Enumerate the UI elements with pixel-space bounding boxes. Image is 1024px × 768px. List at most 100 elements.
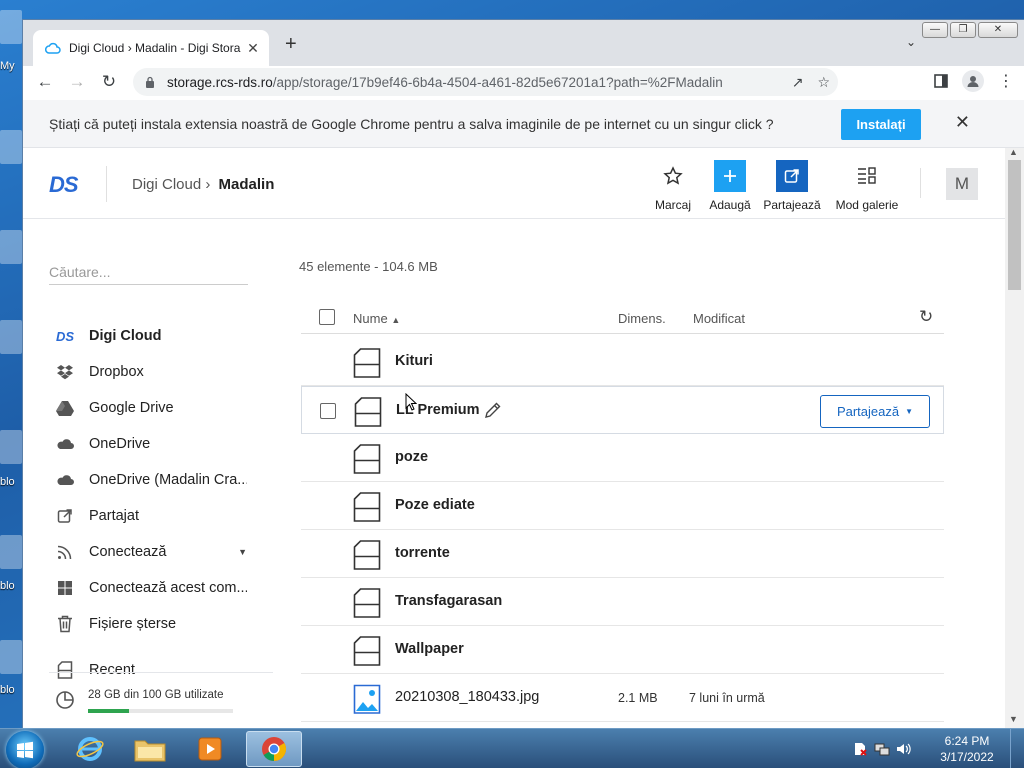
minimize-button[interactable]: — bbox=[922, 22, 948, 38]
page-scrollbar[interactable]: ▲ ▼ bbox=[1005, 147, 1024, 728]
forward-arrow-icon[interactable]: → bbox=[61, 72, 93, 92]
file-name[interactable]: Transfagarasan bbox=[395, 593, 502, 609]
share-page-icon[interactable]: ↗ bbox=[792, 74, 804, 91]
refresh-icon[interactable]: ↻ bbox=[919, 307, 933, 327]
profile-icon[interactable] bbox=[962, 70, 984, 92]
sidebar-item-digi-cloud[interactable]: DS Digi Cloud bbox=[55, 323, 247, 349]
table-row[interactable]: torrente bbox=[301, 530, 944, 578]
breadcrumb-root[interactable]: Digi Cloud bbox=[132, 176, 201, 193]
file-name[interactable]: Poze ediate bbox=[395, 497, 475, 513]
scroll-thumb[interactable] bbox=[1008, 160, 1021, 290]
browser-window: Digi Cloud › Madalin - Digi Stora ✕ + ⌄ … bbox=[23, 20, 1024, 728]
taskbar: 6:24 PM 3/17/2022 bbox=[0, 728, 1024, 768]
desktop-icon[interactable] bbox=[0, 10, 22, 44]
folder-icon bbox=[353, 588, 381, 618]
search-field[interactable] bbox=[49, 259, 248, 285]
taskbar-internet-explorer[interactable] bbox=[62, 731, 118, 767]
maximize-button[interactable]: ❐ bbox=[950, 22, 976, 38]
sidebar-item-google-drive[interactable]: Google Drive bbox=[55, 395, 247, 421]
reload-icon[interactable]: ↻ bbox=[93, 72, 125, 92]
file-name[interactable]: torrente bbox=[395, 545, 450, 561]
tab-search-icon[interactable]: ⌄ bbox=[906, 35, 916, 49]
browser-tab[interactable]: Digi Cloud › Madalin - Digi Stora ✕ bbox=[33, 30, 269, 66]
gallery-mode-button[interactable]: Mod galerie bbox=[829, 160, 905, 212]
desktop-icon[interactable] bbox=[0, 535, 22, 569]
desktop-icon[interactable] bbox=[0, 640, 22, 674]
sidebar-item-onedrive-madalin[interactable]: OneDrive (Madalin Cra... bbox=[55, 467, 247, 493]
sidebar-item-label: Conectează bbox=[89, 544, 167, 560]
infobar-close-icon[interactable]: ✕ bbox=[955, 112, 970, 133]
search-input[interactable] bbox=[49, 259, 248, 284]
sidebar-item-deleted-files[interactable]: Fișiere șterse bbox=[55, 611, 247, 637]
table-row[interactable]: poze bbox=[301, 434, 944, 482]
file-name[interactable]: 20210308_180433.jpg bbox=[395, 689, 539, 705]
file-name[interactable]: Wallpaper bbox=[395, 641, 464, 657]
back-arrow-icon[interactable]: ← bbox=[29, 72, 61, 92]
desktop-icon-label: blo bbox=[0, 580, 15, 592]
infobar-text: Știați că puteți instala extensia noastr… bbox=[49, 115, 774, 132]
taskbar-chrome[interactable] bbox=[246, 731, 302, 767]
select-all-checkbox[interactable] bbox=[319, 309, 335, 325]
pencil-icon[interactable] bbox=[484, 401, 502, 419]
scroll-down-arrow[interactable]: ▼ bbox=[1009, 714, 1018, 724]
star-icon bbox=[657, 160, 689, 192]
taskbar-file-explorer[interactable] bbox=[122, 731, 178, 767]
gallery-mode-label: Mod galerie bbox=[835, 198, 899, 212]
share-header-button[interactable]: Partajează bbox=[761, 160, 823, 212]
table-row[interactable]: LL Premium Partajează ▼ bbox=[301, 386, 944, 434]
close-tab-icon[interactable]: ✕ bbox=[245, 40, 261, 57]
sidebar-item-label: Conectează acest com... bbox=[89, 580, 247, 596]
table-row[interactable]: Kituri bbox=[301, 338, 944, 386]
browser-toolbar: ← → ↻ storage.rcs-rds.ro/app/storage/17b… bbox=[23, 66, 1024, 98]
desktop-icon[interactable] bbox=[0, 320, 22, 354]
image-file-icon bbox=[353, 684, 381, 714]
desktop-icon[interactable] bbox=[0, 230, 22, 264]
sidebar-item-connect-computer[interactable]: Conectează acest com... bbox=[55, 575, 247, 601]
start-button[interactable] bbox=[6, 731, 44, 768]
install-button[interactable]: Instalați bbox=[841, 109, 921, 140]
column-name[interactable]: Nume ▲ bbox=[353, 311, 400, 326]
bookmark-star-icon[interactable]: ☆ bbox=[817, 74, 830, 91]
column-size[interactable]: Dimens. bbox=[618, 311, 666, 326]
share-row-button[interactable]: Partajează ▼ bbox=[820, 395, 930, 428]
browser-menu-icon[interactable]: ⋮ bbox=[998, 71, 1014, 91]
scroll-up-arrow[interactable]: ▲ bbox=[1009, 147, 1018, 157]
desktop-icon[interactable] bbox=[0, 130, 22, 164]
table-row[interactable]: Transfagarasan bbox=[301, 578, 944, 626]
avatar[interactable]: M bbox=[946, 168, 978, 200]
side-panel-icon[interactable] bbox=[934, 74, 948, 88]
digi-storage-logo[interactable]: DS bbox=[49, 172, 79, 198]
file-name[interactable]: poze bbox=[395, 449, 428, 465]
sidebar-item-dropbox[interactable]: Dropbox bbox=[55, 359, 247, 385]
table-row[interactable]: 20210308_180433.jpg 2.1 MB 7 luni în urmă bbox=[301, 674, 944, 722]
volume-icon[interactable] bbox=[896, 741, 912, 757]
file-name[interactable]: Kituri bbox=[395, 353, 433, 369]
table-row[interactable]: Wallpaper bbox=[301, 626, 944, 674]
system-tray: 6:24 PM 3/17/2022 bbox=[852, 729, 1024, 768]
action-center-icon[interactable] bbox=[852, 741, 868, 757]
new-tab-button[interactable]: + bbox=[285, 33, 297, 56]
add-button[interactable]: Adaugă bbox=[705, 160, 755, 212]
clock[interactable]: 6:24 PM 3/17/2022 bbox=[932, 733, 1002, 765]
taskbar-media-player[interactable] bbox=[182, 731, 238, 767]
digi-cloud-icon: DS bbox=[55, 328, 75, 344]
sidebar-item-connect[interactable]: Conectează ▼ bbox=[55, 539, 247, 565]
row-checkbox[interactable] bbox=[320, 403, 336, 419]
lock-icon bbox=[146, 76, 154, 88]
google-drive-icon bbox=[55, 398, 75, 418]
table-row[interactable]: Poze ediate bbox=[301, 482, 944, 530]
network-icon[interactable] bbox=[874, 741, 890, 757]
show-desktop-button[interactable] bbox=[1010, 729, 1024, 768]
sidebar-item-shared[interactable]: Partajat bbox=[55, 503, 247, 529]
add-label: Adaugă bbox=[709, 198, 751, 212]
desktop-icon[interactable] bbox=[0, 430, 22, 464]
close-window-button[interactable]: ✕ bbox=[978, 22, 1018, 38]
folder-icon bbox=[134, 740, 166, 762]
caret-down-icon[interactable]: ▼ bbox=[238, 547, 247, 557]
sidebar-item-onedrive[interactable]: OneDrive bbox=[55, 431, 247, 457]
address-bar[interactable]: storage.rcs-rds.ro/app/storage/17b9ef46-… bbox=[133, 68, 838, 96]
folder-icon bbox=[353, 444, 381, 474]
bookmark-button[interactable]: Marcaj bbox=[649, 160, 697, 212]
column-modified[interactable]: Modificat bbox=[693, 311, 745, 326]
sidebar-item-label: Fișiere șterse bbox=[89, 616, 177, 632]
